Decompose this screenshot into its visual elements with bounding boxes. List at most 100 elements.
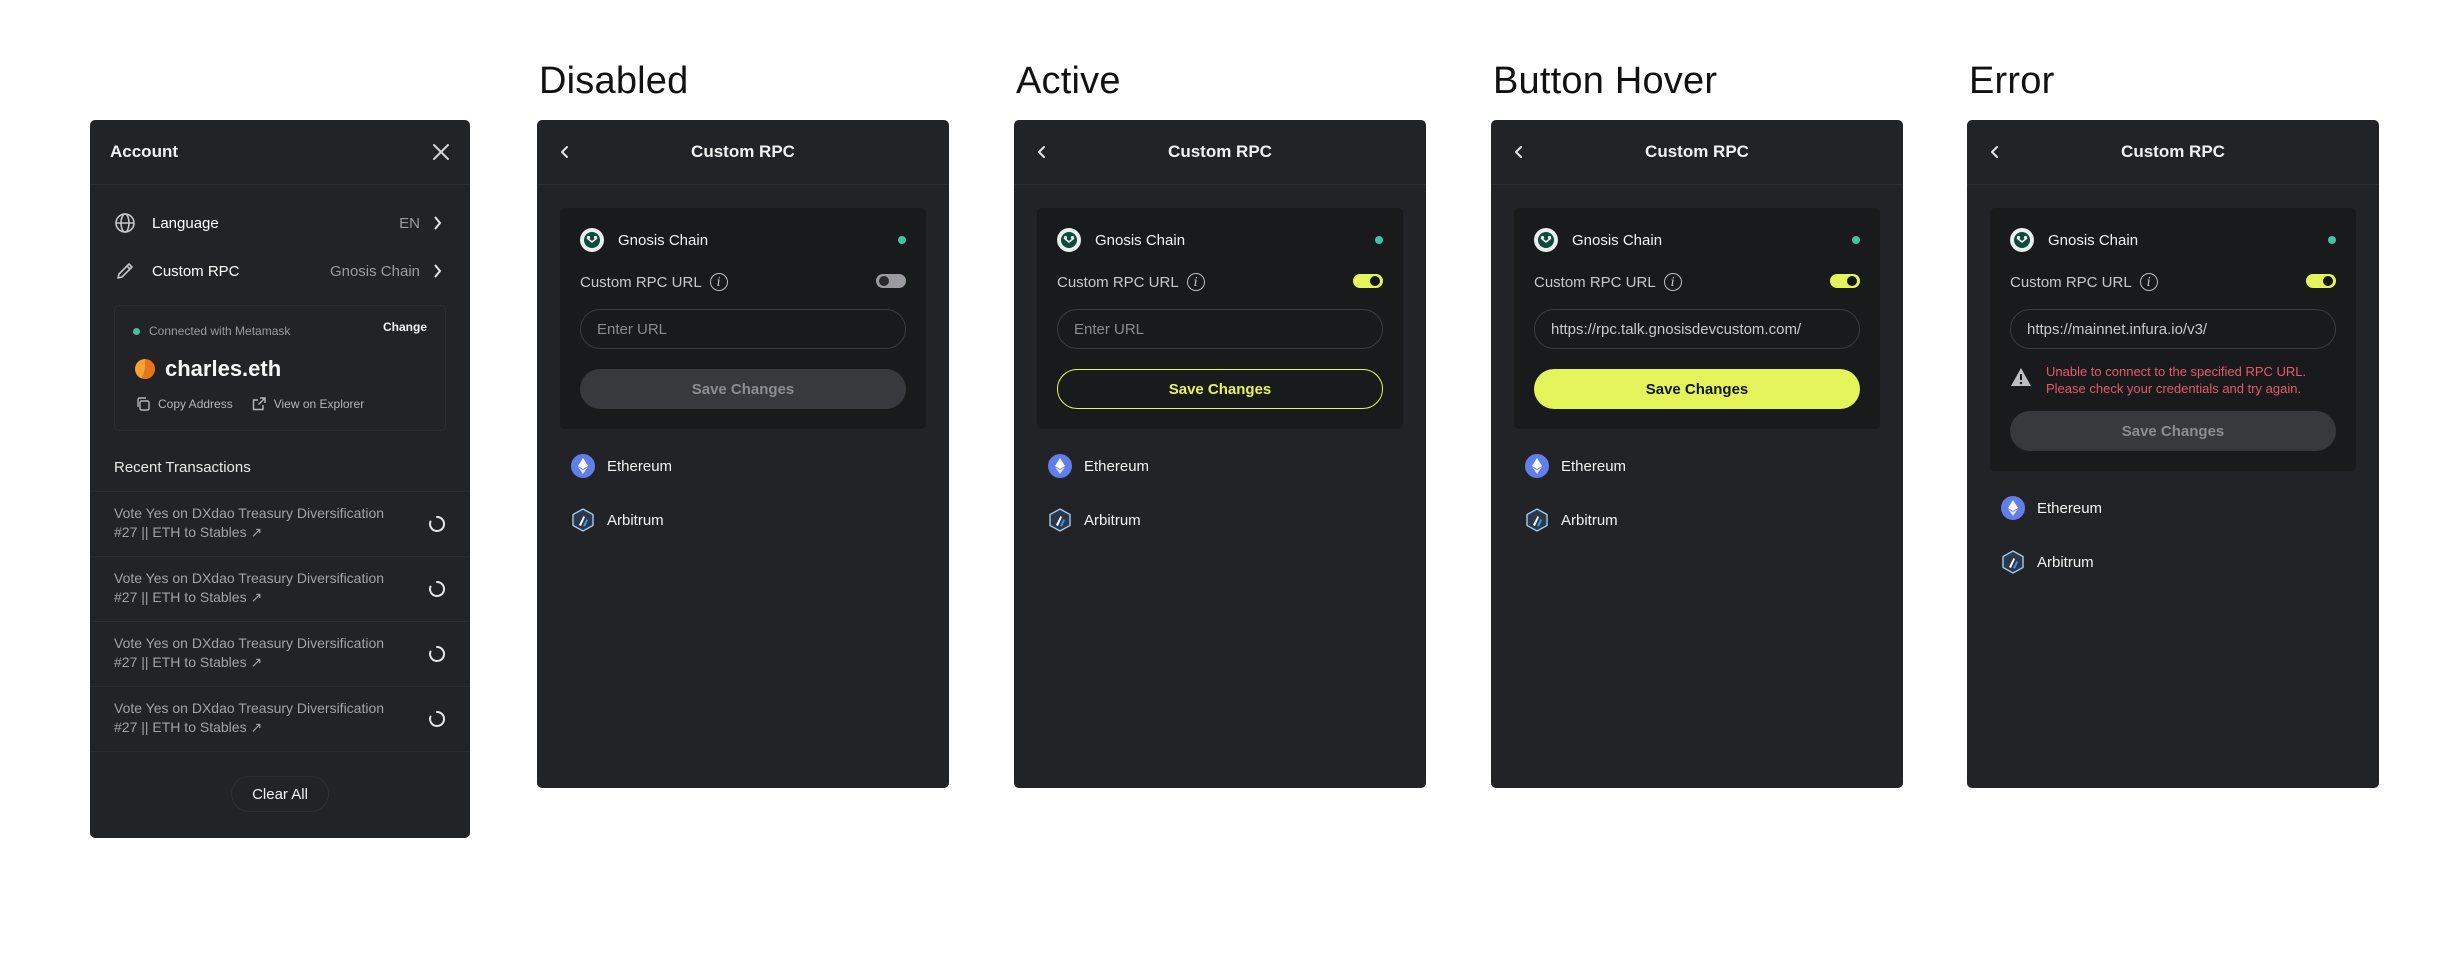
- custom-rpc-panel: Custom RPC Gnosis Chain Custom RPC URL i: [1491, 120, 1903, 788]
- network-item-arbitrum[interactable]: Arbitrum: [1048, 493, 1426, 547]
- network-label: Arbitrum: [1084, 511, 1141, 529]
- url-input[interactable]: https://mainnet.infura.io/v3/: [2010, 309, 2336, 349]
- transaction-item[interactable]: Vote Yes on DXdao Treasury Diversificati…: [90, 491, 470, 556]
- custom-rpc-label: Custom RPC: [152, 262, 240, 280]
- chevron-right-icon: [434, 264, 442, 278]
- network-item-ethereum[interactable]: Ethereum: [1525, 439, 1903, 493]
- connection-card: Connected with Metamask Change charles.e…: [114, 305, 446, 431]
- url-input[interactable]: Enter URL: [1057, 309, 1383, 349]
- back-arrow-icon[interactable]: [553, 140, 577, 164]
- chain-status-dot: [898, 236, 906, 244]
- network-label: Ethereum: [607, 457, 673, 475]
- url-input[interactable]: https://rpc.talk.gnosisdevcustom.com/: [1534, 309, 1860, 349]
- chain-card: Gnosis Chain Custom RPC URL i https://ma…: [1990, 208, 2356, 471]
- ens-name-row: charles.eth: [135, 356, 281, 382]
- transaction-line2: #27 || ETH to Stables ↗: [114, 719, 263, 735]
- ethereum-icon: [571, 454, 595, 478]
- chain-status-dot: [1852, 236, 1860, 244]
- custom-url-toggle[interactable]: [1830, 274, 1860, 288]
- gnosis-chain-icon: [1534, 228, 1558, 252]
- network-item-arbitrum[interactable]: Arbitrum: [2001, 535, 2379, 589]
- transaction-text: Vote Yes on DXdao Treasury Diversificati…: [114, 504, 414, 542]
- ethereum-icon: [1048, 454, 1072, 478]
- ethereum-icon: [2001, 496, 2025, 520]
- error-line: Please check your credentials and try ag…: [2046, 381, 2302, 396]
- back-arrow-icon[interactable]: [1030, 140, 1054, 164]
- view-explorer-link[interactable]: View on Explorer: [251, 396, 365, 412]
- panel-header: Custom RPC: [537, 120, 949, 185]
- info-icon[interactable]: i: [2139, 273, 2158, 291]
- chain-row[interactable]: Gnosis Chain: [2010, 208, 2336, 272]
- network-item-arbitrum[interactable]: Arbitrum: [1525, 493, 1903, 547]
- language-menu-item[interactable]: Language EN: [90, 199, 470, 247]
- spinner-icon: [429, 645, 446, 662]
- transaction-line1: Vote Yes on DXdao Treasury Diversificati…: [114, 700, 385, 716]
- network-label: Arbitrum: [1561, 511, 1618, 529]
- transaction-item[interactable]: Vote Yes on DXdao Treasury Diversificati…: [90, 621, 470, 686]
- arbitrum-icon: [2001, 550, 2025, 574]
- network-item-ethereum[interactable]: Ethereum: [571, 439, 949, 493]
- account-panel: Account Language EN Custom RPC Gnosis Ch…: [90, 120, 470, 838]
- arbitrum-icon: [1525, 508, 1549, 532]
- custom-rpc-panel: Custom RPC Gnosis Chain Custom RPC URL i: [1014, 120, 1426, 788]
- spinner-icon: [429, 515, 446, 532]
- toggle-knob: [1847, 276, 1857, 286]
- external-link-icon: [252, 397, 266, 411]
- network-label: Arbitrum: [2037, 553, 2094, 571]
- back-arrow-icon[interactable]: [1507, 140, 1531, 164]
- network-list: Ethereum Arbitrum: [1491, 429, 1903, 547]
- transaction-text: Vote Yes on DXdao Treasury Diversificati…: [114, 634, 414, 672]
- connection-status: Connected with Metamask: [133, 324, 290, 338]
- arbitrum-icon: [571, 508, 595, 532]
- info-icon[interactable]: i: [1186, 273, 1205, 291]
- connected-text: Connected with Metamask: [149, 324, 291, 338]
- save-changes-button[interactable]: Save Changes: [580, 369, 906, 409]
- network-item-arbitrum[interactable]: Arbitrum: [571, 493, 949, 547]
- save-changes-button[interactable]: Save Changes: [2010, 411, 2336, 451]
- toggle-knob: [879, 276, 889, 286]
- custom-url-toggle[interactable]: [1353, 274, 1383, 288]
- custom-rpc-panel: Custom RPC Gnosis Chain Custom RPC URL i: [1967, 120, 2379, 788]
- network-list: Ethereum Arbitrum: [1967, 471, 2379, 589]
- close-icon[interactable]: [432, 143, 450, 161]
- state-title: Button Hover: [1493, 60, 1718, 102]
- clear-all-button[interactable]: Clear All: [231, 776, 329, 812]
- custom-url-label: Custom RPC URL: [1534, 273, 1656, 291]
- save-changes-button[interactable]: Save Changes: [1534, 369, 1860, 409]
- chain-row[interactable]: Gnosis Chain: [580, 208, 906, 272]
- custom-url-toggle[interactable]: [2306, 274, 2336, 288]
- network-label: Ethereum: [1561, 457, 1627, 475]
- save-changes-button[interactable]: Save Changes: [1057, 369, 1383, 409]
- custom-url-toggle[interactable]: [876, 274, 906, 288]
- copy-address-link[interactable]: Copy Address: [135, 396, 233, 412]
- custom-url-row: Custom RPC URL i: [1057, 272, 1383, 292]
- url-input[interactable]: Enter URL: [580, 309, 906, 349]
- language-value: EN: [399, 214, 420, 232]
- transaction-item[interactable]: Vote Yes on DXdao Treasury Diversificati…: [90, 556, 470, 621]
- warning-icon: [2011, 368, 2031, 386]
- transaction-line2: #27 || ETH to Stables ↗: [114, 524, 263, 540]
- chain-row[interactable]: Gnosis Chain: [1057, 208, 1383, 272]
- network-item-ethereum[interactable]: Ethereum: [1048, 439, 1426, 493]
- back-arrow-icon[interactable]: [1983, 140, 2007, 164]
- toggle-knob: [1370, 276, 1380, 286]
- pencil-icon: [117, 263, 133, 279]
- copy-address-label: Copy Address: [158, 397, 233, 411]
- custom-rpc-menu-item[interactable]: Custom RPC Gnosis Chain: [90, 247, 470, 295]
- state-title: Active: [1016, 60, 1121, 102]
- chain-status-dot: [2328, 236, 2336, 244]
- chain-name: Gnosis Chain: [2048, 231, 2139, 249]
- change-wallet-button[interactable]: Change: [383, 320, 427, 334]
- chain-card: Gnosis Chain Custom RPC URL i Enter URL …: [1037, 208, 1403, 429]
- error-line: Unable to connect to the specified RPC U…: [2046, 364, 2307, 379]
- ens-name: charles.eth: [165, 356, 282, 381]
- chain-row[interactable]: Gnosis Chain: [1534, 208, 1860, 272]
- connected-dot: [133, 327, 140, 335]
- info-icon[interactable]: i: [1663, 273, 1682, 291]
- network-item-ethereum[interactable]: Ethereum: [2001, 481, 2379, 535]
- state-title: Disabled: [539, 60, 689, 102]
- chain-card: Gnosis Chain Custom RPC URL i Enter URL …: [560, 208, 926, 429]
- transaction-item[interactable]: Vote Yes on DXdao Treasury Diversificati…: [90, 686, 470, 752]
- info-icon[interactable]: i: [709, 273, 728, 291]
- view-explorer-label: View on Explorer: [273, 397, 365, 411]
